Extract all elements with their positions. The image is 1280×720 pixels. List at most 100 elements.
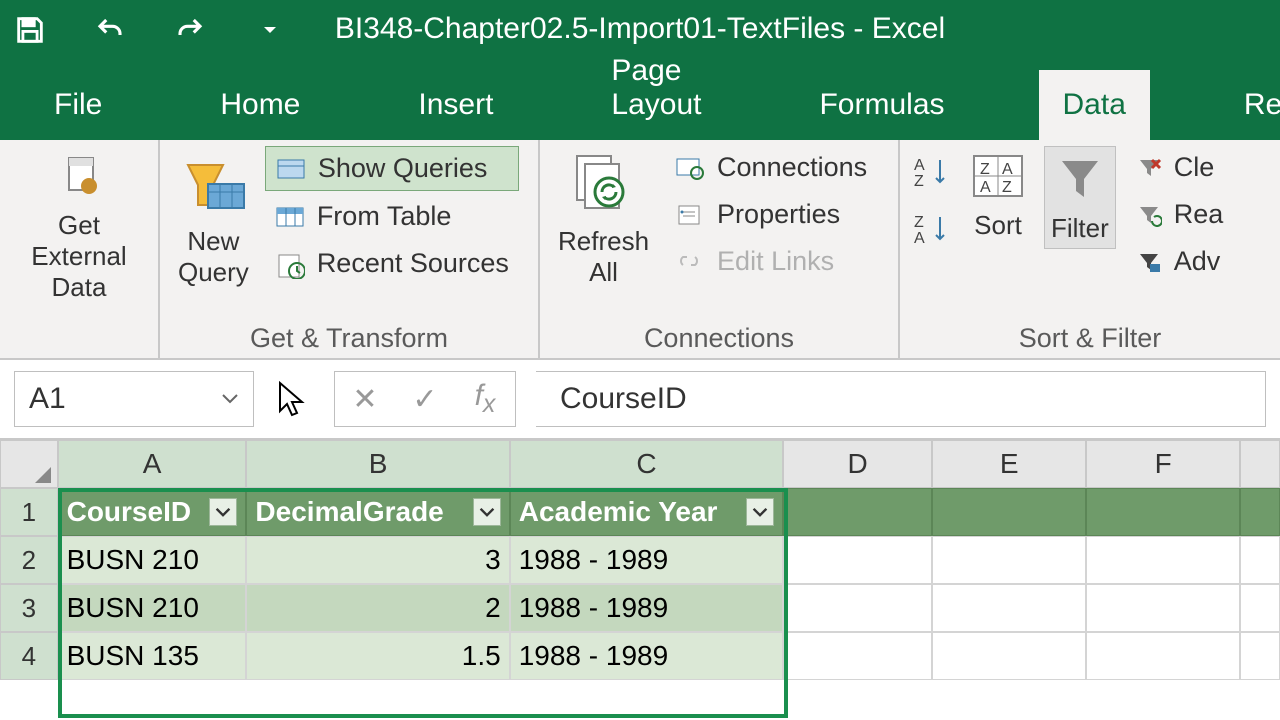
recent-sources-icon bbox=[275, 249, 305, 279]
cell-b2[interactable]: 3 bbox=[246, 536, 509, 584]
svg-text:A: A bbox=[914, 157, 925, 174]
get-external-data-label: Get External Data bbox=[18, 210, 140, 304]
tab-formulas[interactable]: Formulas bbox=[795, 70, 968, 140]
tab-home[interactable]: Home bbox=[196, 70, 324, 140]
advanced-filter-button[interactable]: Adv bbox=[1126, 240, 1234, 283]
filter-dropdown-icon[interactable] bbox=[473, 498, 501, 526]
cell[interactable] bbox=[1240, 536, 1280, 584]
formula-value: CourseID bbox=[560, 382, 687, 416]
filter-dropdown-icon[interactable] bbox=[209, 498, 237, 526]
cell[interactable] bbox=[932, 584, 1086, 632]
cell-a2[interactable]: BUSN 210 bbox=[58, 536, 247, 584]
filter-dropdown-icon[interactable] bbox=[746, 498, 774, 526]
from-table-icon bbox=[275, 204, 305, 230]
cell[interactable] bbox=[1240, 488, 1280, 536]
cell[interactable] bbox=[783, 584, 932, 632]
column-header-b[interactable]: B bbox=[246, 440, 509, 488]
sort-asc-button[interactable]: AZ bbox=[912, 154, 952, 193]
group-label-connections: Connections bbox=[552, 319, 886, 354]
cell-a3[interactable]: BUSN 210 bbox=[58, 584, 247, 632]
column-header-c[interactable]: C bbox=[510, 440, 783, 488]
formula-input[interactable]: CourseID bbox=[536, 371, 1266, 427]
name-box-value: A1 bbox=[29, 382, 66, 416]
svg-text:Z: Z bbox=[914, 214, 924, 231]
formula-controls: ✕ ✓ fx bbox=[334, 371, 516, 427]
refresh-all-button[interactable]: Refresh All bbox=[552, 146, 655, 292]
table-header-decimalgrade[interactable]: DecimalGrade bbox=[246, 488, 509, 536]
database-import-icon bbox=[55, 150, 103, 204]
cell[interactable] bbox=[932, 536, 1086, 584]
column-header-e[interactable]: E bbox=[932, 440, 1086, 488]
tab-data[interactable]: Data bbox=[1039, 70, 1150, 140]
table-header-courseid[interactable]: CourseID bbox=[58, 488, 247, 536]
chevron-down-icon bbox=[221, 392, 239, 406]
cell[interactable] bbox=[1086, 488, 1240, 536]
clear-filter-button[interactable]: Cle bbox=[1126, 146, 1234, 189]
connections-icon bbox=[675, 155, 705, 181]
tab-page-layout[interactable]: Page Layout bbox=[587, 36, 725, 140]
sort-desc-icon: ZA bbox=[912, 211, 952, 245]
new-query-button[interactable]: New Query bbox=[172, 146, 255, 292]
get-external-data-button[interactable]: Get External Data bbox=[12, 146, 146, 308]
show-queries-button[interactable]: Show Queries bbox=[265, 146, 519, 191]
from-table-button[interactable]: From Table bbox=[265, 195, 519, 238]
reapply-label: Rea bbox=[1174, 199, 1224, 230]
tab-review[interactable]: Review bbox=[1220, 70, 1280, 140]
column-header-a[interactable]: A bbox=[58, 440, 247, 488]
name-box[interactable]: A1 bbox=[14, 371, 254, 427]
recent-sources-label: Recent Sources bbox=[317, 248, 509, 279]
worksheet-grid[interactable]: A B C D E F 1 CourseID DecimalGrade Acad… bbox=[0, 440, 1280, 680]
show-queries-icon bbox=[276, 156, 306, 182]
filter-icon bbox=[1052, 151, 1108, 207]
sort-button[interactable]: ZAAZ Sort bbox=[962, 146, 1034, 245]
column-header-d[interactable]: D bbox=[783, 440, 932, 488]
enter-formula-button: ✓ bbox=[395, 382, 455, 417]
tab-file[interactable]: File bbox=[30, 70, 126, 140]
cell[interactable] bbox=[1086, 536, 1240, 584]
table-header-academicyear[interactable]: Academic Year bbox=[510, 488, 783, 536]
group-label-sort-filter: Sort & Filter bbox=[912, 319, 1268, 354]
cursor-pointer-icon bbox=[274, 379, 314, 419]
edit-links-label: Edit Links bbox=[717, 246, 834, 277]
connections-button[interactable]: Connections bbox=[665, 146, 877, 189]
redo-button[interactable] bbox=[170, 10, 210, 50]
clear-filter-icon bbox=[1136, 156, 1162, 180]
cell-a4[interactable]: BUSN 135 bbox=[58, 632, 247, 680]
column-header-f[interactable]: F bbox=[1086, 440, 1240, 488]
properties-label: Properties bbox=[717, 199, 840, 230]
row-header-2[interactable]: 2 bbox=[0, 536, 58, 584]
advanced-label: Adv bbox=[1174, 246, 1221, 277]
undo-button[interactable] bbox=[90, 10, 130, 50]
qat-customize-button[interactable] bbox=[250, 10, 290, 50]
properties-button[interactable]: Properties bbox=[665, 193, 877, 236]
cell-b3[interactable]: 2 bbox=[246, 584, 509, 632]
save-button[interactable] bbox=[10, 10, 50, 50]
sort-desc-button[interactable]: ZA bbox=[912, 211, 952, 250]
cell-c3[interactable]: 1988 - 1989 bbox=[510, 584, 783, 632]
cell[interactable] bbox=[932, 632, 1086, 680]
fx-button[interactable]: fx bbox=[455, 379, 515, 419]
tab-insert[interactable]: Insert bbox=[394, 70, 517, 140]
cell[interactable] bbox=[1240, 632, 1280, 680]
reapply-button[interactable]: Rea bbox=[1126, 193, 1234, 236]
cell[interactable] bbox=[1086, 584, 1240, 632]
recent-sources-button[interactable]: Recent Sources bbox=[265, 242, 519, 285]
group-label-get-transform: Get & Transform bbox=[172, 319, 526, 354]
row-header-4[interactable]: 4 bbox=[0, 632, 58, 680]
select-all-corner[interactable] bbox=[0, 440, 58, 488]
cell-c2[interactable]: 1988 - 1989 bbox=[510, 536, 783, 584]
row-header-1[interactable]: 1 bbox=[0, 488, 58, 536]
cell[interactable] bbox=[1240, 584, 1280, 632]
cell[interactable] bbox=[783, 536, 932, 584]
cell[interactable] bbox=[1086, 632, 1240, 680]
column-header-g[interactable] bbox=[1240, 440, 1280, 488]
row-header-3[interactable]: 3 bbox=[0, 584, 58, 632]
sort-label: Sort bbox=[974, 210, 1022, 241]
cell[interactable] bbox=[783, 488, 932, 536]
cell[interactable] bbox=[932, 488, 1086, 536]
cell-b4[interactable]: 1.5 bbox=[246, 632, 509, 680]
cell-c4[interactable]: 1988 - 1989 bbox=[510, 632, 783, 680]
edit-links-icon bbox=[675, 249, 705, 275]
filter-button[interactable]: Filter bbox=[1044, 146, 1116, 249]
cell[interactable] bbox=[783, 632, 932, 680]
